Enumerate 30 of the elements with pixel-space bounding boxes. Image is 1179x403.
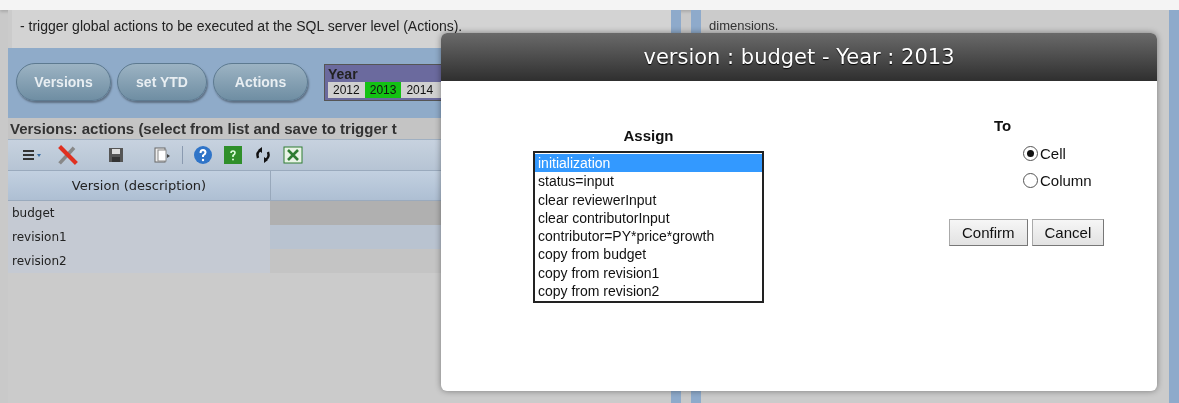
column-header[interactable]: Version (description) xyxy=(8,171,271,200)
dialog-button[interactable]: Confirm xyxy=(949,219,1028,246)
radio-label[interactable]: Cell xyxy=(1040,145,1066,162)
radio-label[interactable]: Column xyxy=(1040,172,1092,189)
table-cell[interactable]: revision1 xyxy=(8,225,270,249)
tools-icon[interactable] xyxy=(56,143,80,167)
table-cell[interactable]: revision2 xyxy=(8,249,270,273)
to-label: To xyxy=(994,117,1012,134)
list-option[interactable]: clear reviewerInput xyxy=(535,190,762,209)
year-option[interactable]: 2013 xyxy=(364,81,402,98)
refresh-icon[interactable] xyxy=(253,145,273,165)
assign-listbox[interactable]: initialization status=input clear reviewerInput clear contributorInput contributor=PY*price*growth copy from budget copy from revision1 copy from revision2 xyxy=(533,151,764,304)
save-icon[interactable] xyxy=(106,145,126,165)
clipboard-icon[interactable] xyxy=(152,145,172,165)
radio-button[interactable] xyxy=(1023,146,1038,161)
radio-button[interactable] xyxy=(1023,173,1038,188)
list-option[interactable]: clear contributorInput xyxy=(535,208,762,228)
table-cell[interactable]: budget xyxy=(8,201,270,225)
spreadsheet-icon[interactable] xyxy=(283,145,303,165)
list-option[interactable]: status=input xyxy=(535,172,762,191)
help-icon[interactable] xyxy=(223,145,243,165)
list-option[interactable]: copy from revision1 xyxy=(535,263,762,283)
list-option[interactable]: contributor=PY*price*growth xyxy=(535,227,762,246)
help-icon[interactable] xyxy=(193,145,213,165)
list-option[interactable]: copy from budget xyxy=(535,245,762,264)
list-option[interactable]: copy from revision2 xyxy=(535,282,762,301)
info-text: dimensions. xyxy=(709,18,780,33)
year-label: Year xyxy=(328,65,359,82)
dialog-button[interactable]: Cancel xyxy=(1031,219,1105,246)
dialog-title: version : budget - Year : 2013 xyxy=(441,33,1157,81)
